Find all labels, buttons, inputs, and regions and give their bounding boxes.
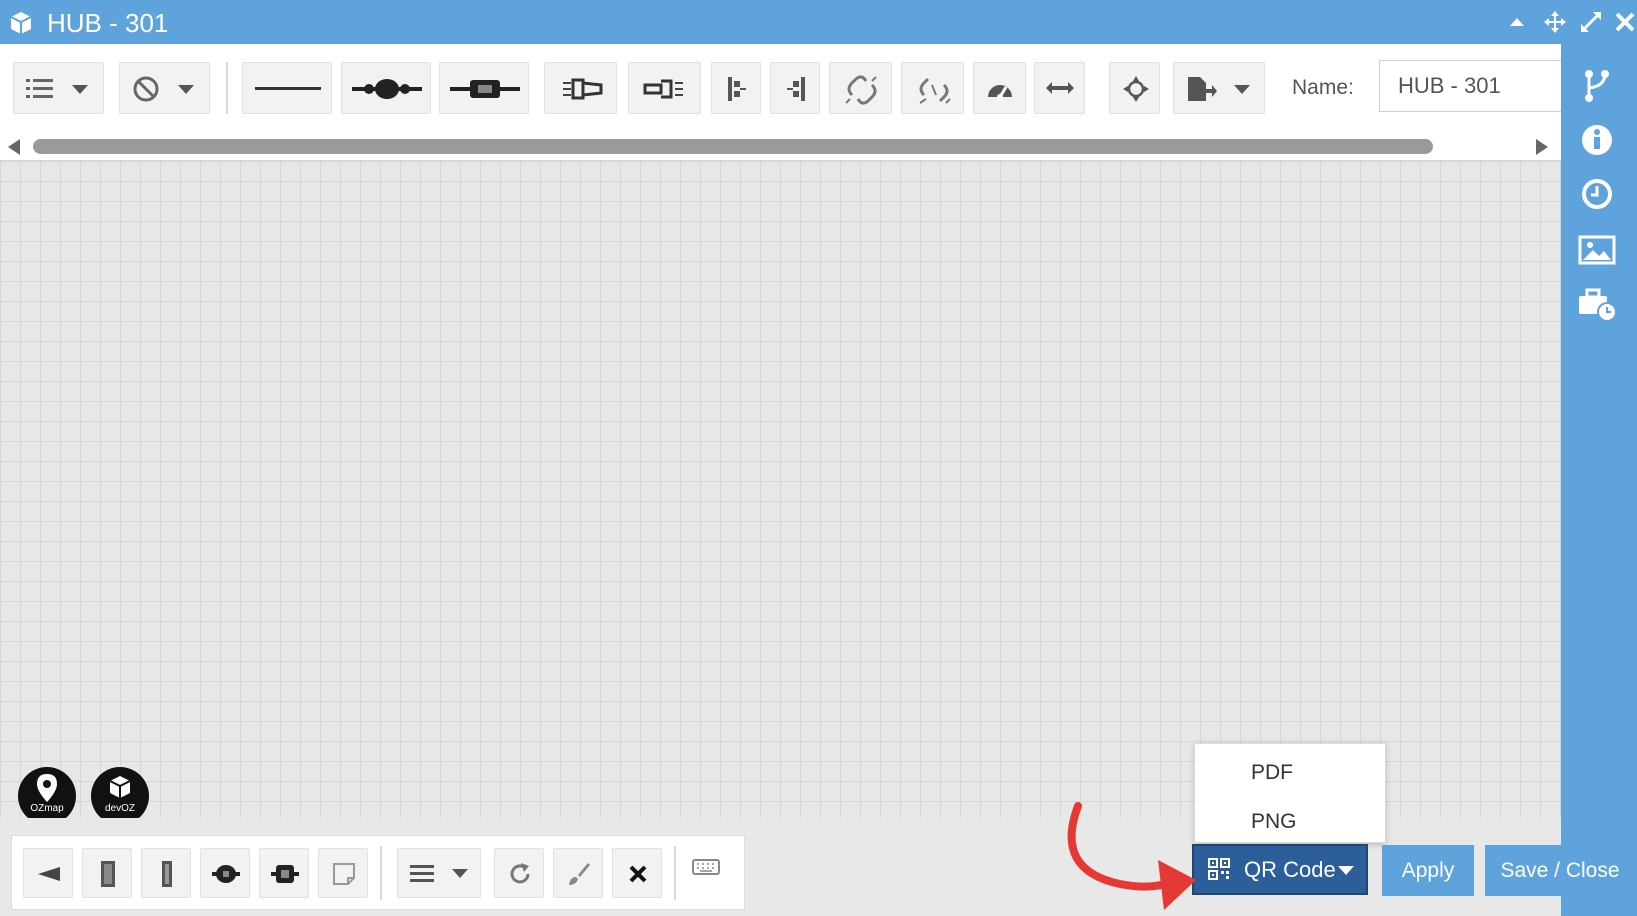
chevron-down-icon xyxy=(452,869,468,878)
dropdown-option-pdf[interactable]: PDF xyxy=(1251,761,1293,785)
link-icon xyxy=(845,75,877,105)
cable-line-icon xyxy=(255,87,321,90)
align-left-button[interactable] xyxy=(711,62,761,114)
image-icon[interactable] xyxy=(1577,230,1617,270)
devoz-logo-label: devOZ xyxy=(104,803,135,814)
export-menu-button[interactable] xyxy=(1173,62,1265,114)
cube-icon xyxy=(10,12,32,34)
link-button[interactable] xyxy=(829,62,892,114)
qr-code-dropdown-menu: PDF PNG xyxy=(1194,743,1386,843)
panel-button[interactable] xyxy=(82,848,132,898)
swap-horizontal-button[interactable] xyxy=(1034,62,1085,114)
right-sidebar xyxy=(1561,44,1637,916)
center-button[interactable] xyxy=(1109,62,1160,114)
block-icon xyxy=(133,76,159,102)
delete-icon xyxy=(629,865,647,883)
caret-up-icon[interactable] xyxy=(1505,10,1529,34)
close-icon[interactable] xyxy=(1613,10,1637,34)
scrollbar-thumb[interactable] xyxy=(33,139,1433,154)
rack-button[interactable] xyxy=(141,848,191,898)
terminal-icon xyxy=(38,867,60,881)
keyboard-icon xyxy=(692,859,720,875)
note-button[interactable] xyxy=(318,848,368,898)
box-button[interactable] xyxy=(259,848,309,898)
window-title: HUB - 301 xyxy=(47,8,169,38)
list-menu-icon xyxy=(26,79,53,98)
apply-button[interactable]: Apply xyxy=(1382,845,1474,896)
move-icon[interactable] xyxy=(1543,10,1567,34)
save-close-button[interactable]: Save / Close xyxy=(1485,845,1635,896)
terminal-button[interactable] xyxy=(23,848,73,898)
splitter-out-icon xyxy=(643,79,683,99)
qr-code-label: QR Code xyxy=(1244,857,1336,882)
history-icon[interactable] xyxy=(1577,174,1617,214)
list-menu-button[interactable] xyxy=(13,62,104,114)
chevron-down-icon xyxy=(72,85,88,94)
rack-icon xyxy=(162,861,172,887)
info-icon[interactable] xyxy=(1577,120,1617,160)
devoz-logo[interactable]: devOZ xyxy=(91,767,149,825)
splice-icon xyxy=(352,79,422,99)
splice-button[interactable] xyxy=(341,62,431,114)
scroll-right-arrow[interactable] xyxy=(1536,139,1548,155)
align-left-icon xyxy=(728,77,746,101)
connector-icon xyxy=(450,80,520,98)
align-right-icon xyxy=(787,77,805,101)
splitter-out-button[interactable] xyxy=(628,62,701,114)
map-pin-icon xyxy=(37,774,57,802)
panel-icon xyxy=(101,861,115,887)
ozmap-logo[interactable]: OZmap xyxy=(18,767,76,825)
rotate-icon xyxy=(510,863,530,884)
qr-code-icon xyxy=(1208,858,1230,880)
branch-icon[interactable] xyxy=(1577,66,1617,106)
splitter-in-button[interactable] xyxy=(544,62,617,114)
lines-menu-button[interactable] xyxy=(397,848,481,898)
dropdown-option-png[interactable]: PNG xyxy=(1251,810,1297,834)
bottom-tool-panel xyxy=(11,835,745,910)
toolbox-clock-icon[interactable] xyxy=(1577,284,1617,324)
keyboard-button[interactable] xyxy=(692,858,722,882)
horizontal-scrollbar[interactable] xyxy=(0,134,1561,160)
closure-button[interactable] xyxy=(200,848,250,898)
rotate-button[interactable] xyxy=(494,848,544,898)
unlink-icon xyxy=(919,77,951,104)
block-menu-button[interactable] xyxy=(119,62,210,114)
top-toolbar: Name: xyxy=(0,44,1579,134)
qr-code-button[interactable]: QR Code xyxy=(1192,844,1368,895)
window: HUB - 301 Name: HUB - 301 OZmap devOZ PD… xyxy=(0,0,1637,916)
splitter-in-icon xyxy=(563,78,603,100)
expand-icon[interactable] xyxy=(1579,10,1603,34)
scroll-left-arrow[interactable] xyxy=(8,139,20,155)
title-bar[interactable]: HUB - 301 xyxy=(0,0,1637,44)
closure-icon xyxy=(212,865,240,883)
swap-horizontal-icon xyxy=(1046,82,1074,94)
bottom-divider xyxy=(674,846,676,900)
align-right-button[interactable] xyxy=(770,62,820,114)
brush-button[interactable] xyxy=(553,848,603,898)
gauge-icon xyxy=(988,85,1012,100)
delete-button[interactable] xyxy=(612,848,662,898)
cable-line-button[interactable] xyxy=(242,62,332,114)
brush-icon xyxy=(569,863,590,885)
ozmap-logo-label: OZmap xyxy=(30,803,64,814)
diagram-canvas[interactable]: OZmap devOZ xyxy=(0,160,1561,825)
note-icon xyxy=(333,863,355,885)
export-icon xyxy=(1188,77,1217,101)
box-icon xyxy=(271,865,299,883)
connector-button[interactable] xyxy=(439,62,529,114)
gauge-button[interactable] xyxy=(973,62,1026,114)
unlink-button[interactable] xyxy=(901,62,964,114)
name-input[interactable] xyxy=(1379,60,1579,112)
bottom-divider xyxy=(380,846,382,900)
chevron-down-icon xyxy=(1234,85,1250,94)
chevron-down-icon xyxy=(1338,866,1354,875)
toolbar-divider xyxy=(226,62,228,114)
lines-menu-icon xyxy=(410,865,434,882)
center-icon xyxy=(1123,76,1149,102)
box-logo-icon xyxy=(109,776,131,798)
annotation-arrow-icon xyxy=(1067,802,1196,910)
name-label: Name: xyxy=(1292,76,1354,99)
chevron-down-icon xyxy=(178,85,194,94)
